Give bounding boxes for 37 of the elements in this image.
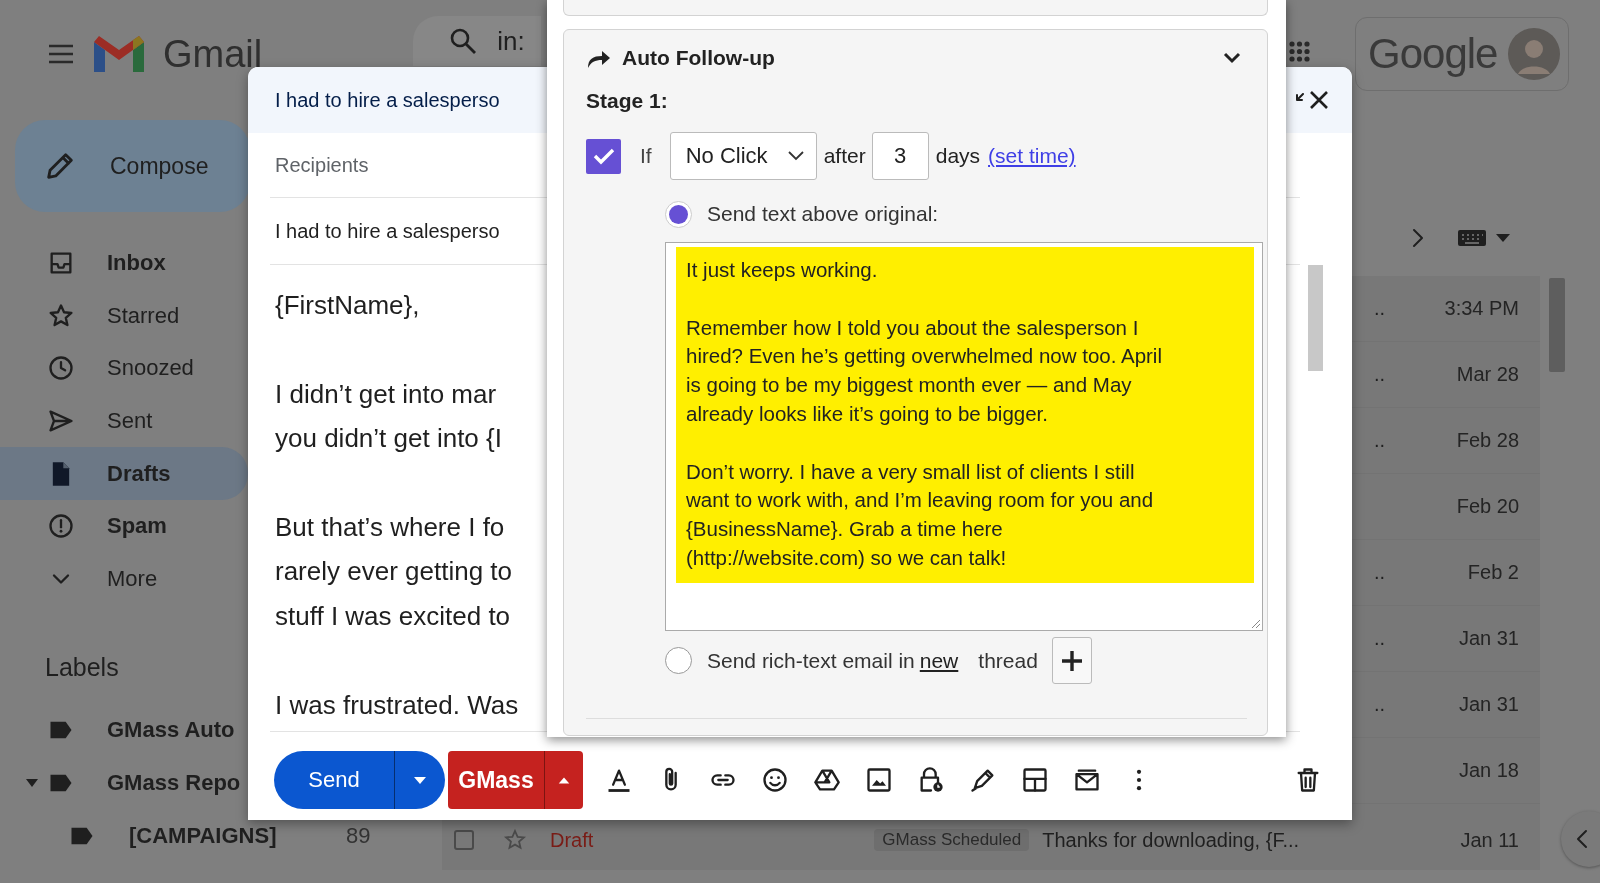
brand-logo-text: Google xyxy=(1368,30,1498,78)
option-label: Send rich-text email in new thread xyxy=(707,648,1038,673)
after-label: after xyxy=(823,144,866,168)
section-title: Auto Follow-up xyxy=(622,46,775,70)
message-paragraph: Remember how I told you about the salesperson I hired? Even he’s getting overwhelmed now too. April is going to be my biggest month ever — and May already looks like it’s going to be bigger. xyxy=(686,314,1163,427)
app-name: Gmail xyxy=(163,32,263,76)
label-tag: GMass Scheduled xyxy=(874,829,1030,851)
mail-snippet: .. xyxy=(1373,363,1385,386)
body-paragraph: I didn’t get into mar you didn’t get into {I xyxy=(275,377,502,456)
body-paragraph: I was frustrated. Was xyxy=(275,688,519,722)
mail-date: Feb 2 xyxy=(1466,561,1520,584)
mail-date: Feb 20 xyxy=(1455,495,1520,518)
message-paragraph: Don’t worry. I have a very small list of clients I still want to work with, and I’m leaving room for you and {BusinessName}. Grab a time here (http://website.com) so we can talk! xyxy=(686,458,1155,571)
mail-snippet: .. xyxy=(1373,693,1385,716)
mail-date: Jan 18 xyxy=(1457,759,1520,782)
stage-label: Stage 1: xyxy=(586,89,669,113)
mail-date: Jan 31 xyxy=(1457,627,1520,650)
mail-snippet: .. xyxy=(1373,429,1385,452)
mail-date: Jan 31 xyxy=(1457,693,1520,716)
body-paragraph: But that’s where I fo rarely ever getting to stuff I was excited to xyxy=(275,511,512,633)
mail-date: Feb 28 xyxy=(1455,429,1520,452)
mail-date: Mar 28 xyxy=(1455,363,1520,386)
days-label: days xyxy=(935,144,981,168)
message-paragraph: It just keeps working. xyxy=(686,257,879,283)
labels-heading: Labels xyxy=(45,652,120,684)
body-paragraph: {FirstName}, xyxy=(275,289,420,322)
mail-date: Jan 11 xyxy=(1460,828,1520,852)
label-count: 89 xyxy=(346,822,371,849)
compose-title: I had to hire a salesperso xyxy=(275,88,500,112)
mail-date: 3:34 PM xyxy=(1443,297,1520,320)
option-label: Send text above original: xyxy=(707,202,939,226)
mail-snippet: .. xyxy=(1373,561,1385,584)
mail-subject: Thanks for downloading, {F... xyxy=(1042,828,1300,852)
draft-status: Draft xyxy=(550,828,594,852)
if-label: If xyxy=(640,144,652,168)
mail-snippet: .. xyxy=(1373,297,1385,320)
mail-snippet: .. xyxy=(1373,627,1385,650)
